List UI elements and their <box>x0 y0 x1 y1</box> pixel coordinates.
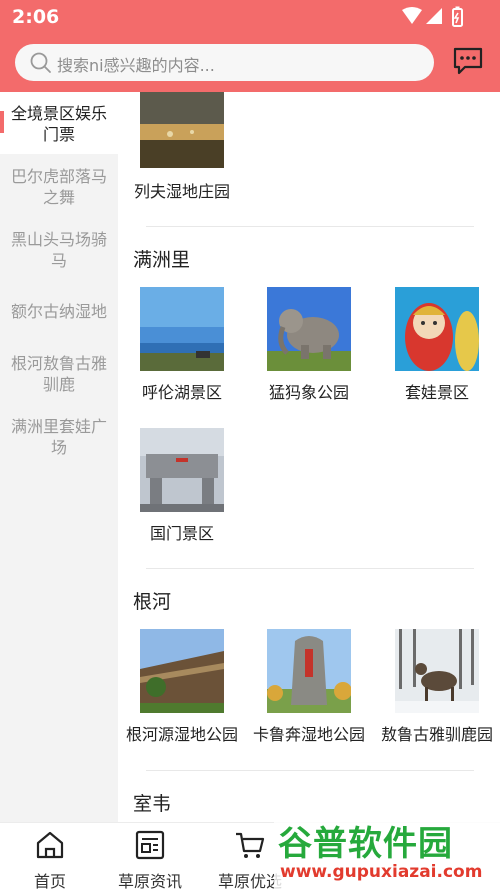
watermark-title: 谷普软件园 <box>278 824 453 864</box>
search-input[interactable]: 搜索ni感兴趣的内容... <box>15 44 434 81</box>
attraction-thumbnail <box>395 287 479 371</box>
sidebar-item-label: 根河敖鲁古雅驯鹿 <box>10 354 107 394</box>
status-icons <box>402 6 463 27</box>
section-divider <box>146 770 474 771</box>
attraction-thumbnail <box>140 287 224 371</box>
sidebar-item-label: 巴尔虎部落马之舞 <box>10 167 107 207</box>
sidebar-item-label: 黑山头马场骑马 <box>10 230 107 270</box>
status-bar: 2:06 <box>0 0 500 34</box>
attraction-label: 敖鲁古雅驯鹿园 <box>380 725 493 744</box>
watermark-url: www.gupuxiazai.com <box>280 862 483 882</box>
attraction-label: 呼伦湖景区 <box>141 383 222 402</box>
search-placeholder: 搜索ni感兴趣的内容... <box>57 56 215 75</box>
home-icon <box>36 831 64 859</box>
attraction-label: 列夫湿地庄园 <box>133 182 230 201</box>
section-title: 根河 <box>133 591 172 613</box>
cart-icon <box>236 832 265 858</box>
attraction-label: 卡鲁奔湿地公园 <box>252 725 365 744</box>
category-sidebar: 全境景区娱乐门票 巴尔虎部落马之舞 黑山头马场骑马 额尔古纳湿地 根河敖鲁古雅驯… <box>0 92 118 822</box>
sidebar-item-wetland[interactable]: 额尔古纳湿地 <box>0 301 118 322</box>
section-divider <box>146 226 474 227</box>
watermark: 谷普软件园 www.gupuxiazai.com <box>274 810 500 889</box>
attraction-thumbnail <box>140 428 224 512</box>
search-icon <box>30 52 51 73</box>
sidebar-item-scenic-tickets[interactable]: 全境景区娱乐门票 <box>0 92 118 154</box>
tab-label: 草原资讯 <box>117 872 182 889</box>
attraction-thumbnail <box>140 629 224 713</box>
sidebar-item-horse-riding[interactable]: 黑山头马场骑马 <box>0 229 118 271</box>
sidebar-item-label: 额尔古纳湿地 <box>10 302 107 321</box>
sidebar-item-matryoshka-square[interactable]: 满洲里套娃广场 <box>0 416 118 458</box>
section-title: 室韦 <box>133 793 172 815</box>
tab-label: 首页 <box>33 872 66 889</box>
attraction-label: 根河源湿地公园 <box>125 725 238 744</box>
section-divider <box>146 568 474 569</box>
attraction-thumbnail <box>267 629 351 713</box>
sidebar-item-horse-dance[interactable]: 巴尔虎部落马之舞 <box>0 166 118 208</box>
tab-news[interactable]: 草原资讯 <box>100 823 200 889</box>
attraction-label: 国门景区 <box>149 524 214 543</box>
attraction-thumbnail <box>140 92 224 168</box>
app-header: 2:06 搜索ni感兴趣的内容... <box>0 0 500 92</box>
attraction-label: 猛犸象公园 <box>268 383 349 402</box>
section-title: 满洲里 <box>133 249 191 271</box>
sidebar-item-label: 全境景区娱乐门票 <box>10 104 107 144</box>
status-time: 2:06 <box>12 6 60 28</box>
tab-home[interactable]: 首页 <box>0 823 100 889</box>
attraction-thumbnail <box>395 629 479 713</box>
attraction-thumbnail <box>267 287 351 371</box>
sidebar-item-label: 满洲里套娃广场 <box>10 417 107 457</box>
news-icon <box>135 830 165 860</box>
attraction-label: 套娃景区 <box>404 383 469 402</box>
attraction-list: 列夫湿地庄园 满洲里 呼伦湖景区 猛犸象公园 套娃景区 国门景区 根河 根河源湿… <box>118 92 500 822</box>
sidebar-item-reindeer[interactable]: 根河敖鲁古雅驯鹿 <box>0 353 118 395</box>
message-icon[interactable] <box>452 46 484 76</box>
